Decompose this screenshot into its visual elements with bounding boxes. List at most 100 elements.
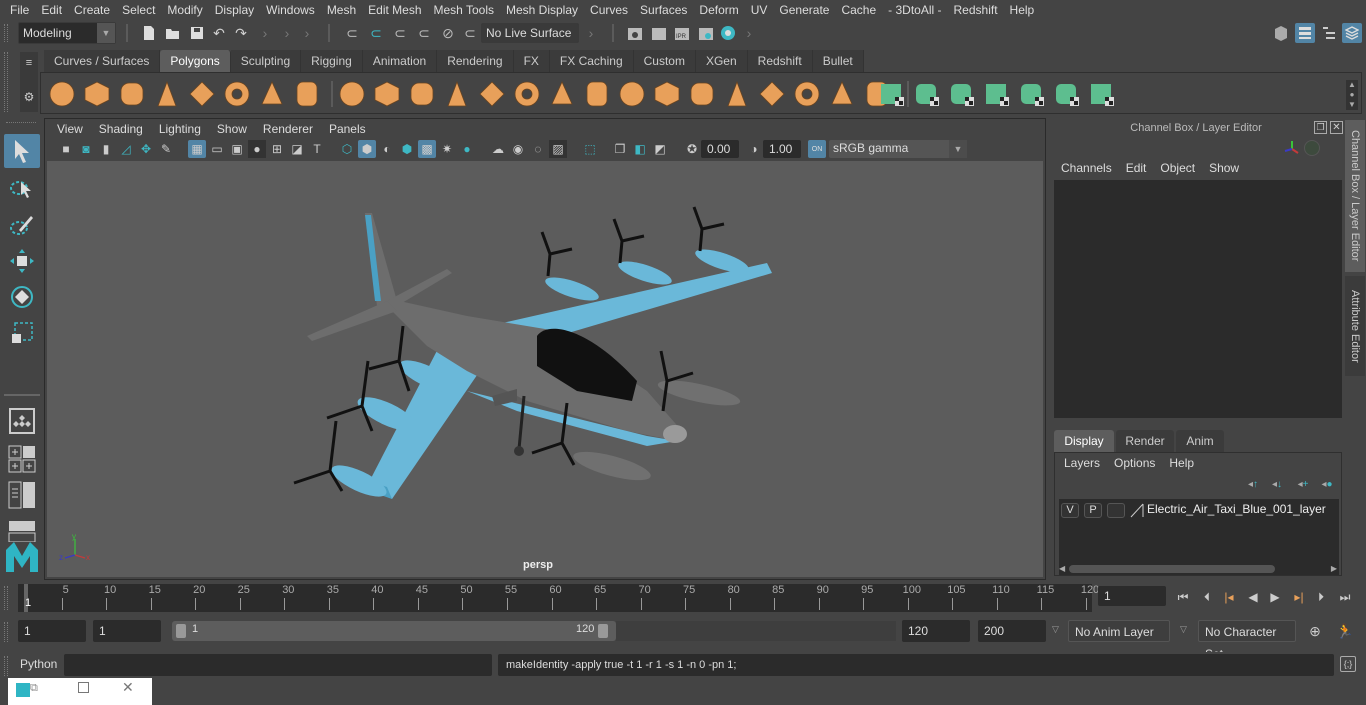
- color-management-toggle[interactable]: ON: [808, 140, 826, 158]
- exposure-icon[interactable]: ✪: [683, 140, 701, 158]
- tab-display[interactable]: Display: [1054, 430, 1114, 452]
- aircraft-model[interactable]: [47, 161, 1043, 577]
- menu-select[interactable]: Select: [116, 0, 161, 20]
- snap-grid-icon[interactable]: ⊂: [342, 24, 362, 42]
- menu-mesh[interactable]: Mesh: [321, 0, 362, 20]
- layer-menu-help[interactable]: Help: [1162, 453, 1201, 473]
- menu-create[interactable]: Create: [68, 0, 116, 20]
- shelf-tab-bullet[interactable]: Bullet: [812, 50, 864, 72]
- textured-icon[interactable]: ⬢: [398, 140, 416, 158]
- attribute-editor-toggle-icon[interactable]: [1295, 23, 1315, 43]
- animation-end-field[interactable]: 200: [978, 620, 1046, 642]
- rotate-tool[interactable]: [4, 280, 40, 314]
- smooth-icon[interactable]: [444, 80, 470, 107]
- shelf-menu-icon[interactable]: ≡: [22, 56, 36, 70]
- poly-pipe-icon[interactable]: [294, 81, 320, 107]
- film-gate-icon[interactable]: ▭: [208, 140, 226, 158]
- chevron-down-icon[interactable]: ▽: [1180, 624, 1187, 635]
- bevel-icon[interactable]: [514, 81, 540, 107]
- menu-edit[interactable]: Edit: [35, 0, 68, 20]
- ambient-occlusion-icon[interactable]: ●: [458, 140, 476, 158]
- image-plane-icon[interactable]: ◿: [117, 140, 135, 158]
- unfold-uv-icon[interactable]: [1019, 81, 1045, 107]
- poly-sphere-icon[interactable]: [49, 81, 75, 107]
- paint-select-tool[interactable]: [4, 208, 40, 242]
- menu-3dtoall[interactable]: - 3DtoAll -: [882, 0, 947, 20]
- chevron-down-icon[interactable]: ▽: [1052, 624, 1059, 635]
- current-frame-field[interactable]: 1: [1098, 586, 1166, 606]
- grease-pencil-icon[interactable]: ✎: [157, 140, 175, 158]
- tab-channel-box-layer-editor[interactable]: Channel Box / Layer Editor: [1345, 120, 1365, 272]
- range-grip[interactable]: [4, 622, 8, 642]
- tab-anim[interactable]: Anim: [1176, 430, 1224, 452]
- shelf-tab-sculpting[interactable]: Sculpting: [230, 50, 302, 72]
- poly-cube-icon[interactable]: [84, 81, 110, 107]
- layer-menu-layers[interactable]: Layers: [1057, 453, 1107, 473]
- layer-name[interactable]: Electric_Air_Taxi_Blue_001_layer: [1147, 502, 1326, 516]
- channel-box-menu-edit[interactable]: Edit: [1119, 158, 1154, 178]
- bridge-icon[interactable]: [549, 81, 575, 107]
- spherical-uv-icon[interactable]: [949, 81, 975, 107]
- snap-view-plane-icon[interactable]: ⊂: [414, 24, 434, 42]
- go-to-end-icon[interactable]: ⏭: [1336, 588, 1354, 606]
- play-backwards-icon[interactable]: ◀: [1244, 588, 1262, 606]
- menu-cache[interactable]: Cache: [835, 0, 882, 20]
- time-ruler[interactable]: 1 5 10 15 20 25 30 35 40 45 50 55 60 65 70 75 80 85 90 95 1…: [18, 584, 1099, 612]
- close-icon[interactable]: ✕: [1330, 121, 1343, 134]
- range-end-handle[interactable]: [598, 624, 608, 638]
- poly-cone-icon[interactable]: [154, 80, 180, 107]
- shelf-tab-rendering[interactable]: Rendering: [437, 50, 514, 72]
- animation-preferences-icon[interactable]: 🏃: [1336, 622, 1354, 640]
- sew-uv-icon[interactable]: [1089, 81, 1115, 107]
- channel-box-menu-channels[interactable]: Channels: [1054, 158, 1119, 178]
- undo-icon[interactable]: ↶: [210, 24, 228, 42]
- step-forward-key-icon[interactable]: ⏵: [1312, 588, 1330, 606]
- layer-row[interactable]: V P Electric_Air_Taxi_Blue_001_layer: [1059, 499, 1339, 521]
- image-display-icon[interactable]: ◩: [651, 140, 669, 158]
- snap-live-icon[interactable]: ⊘: [438, 24, 458, 42]
- float-panel-icon[interactable]: ❐: [1314, 121, 1327, 134]
- camera-attributes-icon[interactable]: ◙: [77, 140, 95, 158]
- scroll-down-icon[interactable]: ▼: [1346, 100, 1358, 110]
- select-tool[interactable]: [4, 134, 40, 168]
- lasso-select-tool[interactable]: [4, 172, 40, 206]
- snap-point-icon[interactable]: ⊂: [390, 24, 410, 42]
- poly-plane-icon[interactable]: [189, 81, 215, 107]
- layer-playback-toggle[interactable]: P: [1084, 503, 1102, 518]
- view-transform-dropdown[interactable]: sRGB gamma ▼: [829, 140, 967, 158]
- xray-icon[interactable]: ☁: [489, 140, 507, 158]
- toolbox-grip[interactable]: [6, 122, 36, 124]
- collapse-arrow-icon[interactable]: ›: [282, 24, 292, 42]
- menu-mesh-tools[interactable]: Mesh Tools: [428, 0, 500, 20]
- snap-curve-icon[interactable]: ⊂: [366, 24, 386, 42]
- status-line-grip[interactable]: [4, 24, 8, 42]
- gate-mask-icon[interactable]: ●: [248, 140, 266, 158]
- shelf-tab-animation[interactable]: Animation: [362, 50, 438, 72]
- save-scene-icon[interactable]: [188, 24, 206, 42]
- layer-display-type-toggle[interactable]: [1107, 503, 1125, 518]
- layer-visibility-toggle[interactable]: V: [1061, 503, 1079, 518]
- menu-mesh-display[interactable]: Mesh Display: [500, 0, 584, 20]
- bookmark-icon[interactable]: ▮: [97, 140, 115, 158]
- insert-edge-loop-icon[interactable]: [689, 81, 715, 107]
- merge-icon[interactable]: [794, 81, 820, 107]
- single-perspective-layout[interactable]: [4, 404, 40, 438]
- shelf-tab-polygons[interactable]: Polygons: [160, 50, 231, 72]
- snap-magnet-icon[interactable]: ⊂: [460, 24, 480, 42]
- previous-key-icon[interactable]: |◂: [1220, 588, 1238, 606]
- playback-end-field[interactable]: 120: [902, 620, 970, 642]
- anim-layer-dropdown[interactable]: No Anim Layer: [1068, 620, 1170, 642]
- two-d-pan-zoom-icon[interactable]: ✥: [137, 140, 155, 158]
- poly-cylinder-icon[interactable]: [119, 81, 145, 107]
- isolate-icon[interactable]: ❐: [611, 140, 629, 158]
- shelf-grip[interactable]: [4, 52, 8, 112]
- script-editor-icon[interactable]: {;}: [1340, 656, 1356, 672]
- scrollbar-thumb[interactable]: [1069, 565, 1275, 573]
- shelf-tab-redshift[interactable]: Redshift: [747, 50, 813, 72]
- exposure-field[interactable]: 0.00: [701, 140, 739, 158]
- poly-torus-icon[interactable]: [224, 81, 250, 107]
- layer-menu-options[interactable]: Options: [1107, 453, 1162, 473]
- move-tool[interactable]: [4, 244, 40, 278]
- menu-uv[interactable]: UV: [745, 0, 774, 20]
- playback-start-field[interactable]: 1: [93, 620, 161, 642]
